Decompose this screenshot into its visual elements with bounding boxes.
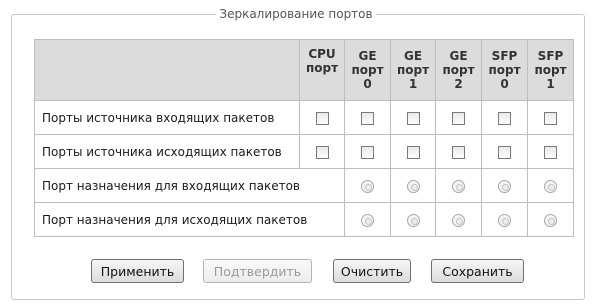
column-header-sfp0-line: порт [488, 63, 521, 77]
column-header-ge2-line: порт [442, 63, 475, 77]
column-header-sfp0: SFP порт 0 [481, 39, 528, 101]
cell-ge1 [390, 202, 436, 237]
radio-egress-destination-ge2[interactable] [452, 213, 465, 227]
row-label: Порт назначения для входящих пакетов [34, 168, 345, 203]
checkbox-ingress-source-ge2[interactable] [452, 111, 465, 125]
column-header-ge0: GE порт 0 [344, 39, 391, 101]
radio-egress-destination-ge0[interactable] [361, 213, 374, 227]
checkbox-egress-source-cpu[interactable] [315, 145, 329, 159]
cell-sfp0 [481, 100, 528, 135]
table-row-ingress-destination: Порт назначения для входящих пакетов [34, 168, 574, 203]
column-header-ge0-line: порт [351, 63, 384, 77]
checkbox-ingress-source-ge1[interactable] [406, 111, 420, 125]
cell-ge0 [344, 202, 391, 237]
cell-sfp1 [527, 134, 574, 169]
column-header-sfp1: SFP порт 1 [527, 39, 574, 101]
cell-ge0 [344, 168, 391, 203]
column-header-ge2: GE порт 2 [435, 39, 482, 101]
cell-sfp1 [527, 168, 574, 203]
table-row-egress-destination: Порт назначения для исходящих пакетов [34, 202, 574, 237]
column-header-ge1-line: GE [403, 49, 423, 63]
header-label-cell [34, 39, 300, 101]
confirm-button[interactable]: Подтвердить [203, 259, 312, 283]
column-header-ge0-line: GE [358, 49, 377, 63]
radio-egress-destination-ge1[interactable] [406, 213, 420, 227]
table-header-row: CPU порт GE порт 0 GE порт 1 GE порт 2 SFP порт 0… [34, 39, 574, 101]
column-header-sfp0-line: SFP [491, 49, 518, 63]
cell-ge0 [344, 134, 391, 169]
radio-egress-destination-sfp1[interactable] [544, 213, 557, 227]
cell-sfp0 [481, 134, 528, 169]
save-button[interactable]: Сохранить [431, 259, 524, 283]
cell-sfp0 [481, 202, 528, 237]
radio-ingress-destination-sfp0[interactable] [498, 179, 511, 193]
cell-ge2 [435, 134, 482, 169]
checkbox-egress-source-sfp1[interactable] [544, 145, 557, 159]
column-header-ge1: GE порт 1 [390, 39, 436, 101]
table-row-ingress-source: Порты источника входящих пакетов [34, 100, 574, 135]
column-header-ge2-line: 2 [454, 77, 463, 91]
column-header-ge1-line: 1 [408, 77, 418, 91]
cell-ge1 [390, 168, 436, 203]
column-header-ge0-line: 0 [363, 77, 372, 91]
cell-cpu [299, 134, 345, 169]
row-label: Порты источника исходящих пакетов [34, 134, 300, 169]
column-header-ge1-line: порт [396, 63, 430, 77]
radio-ingress-destination-ge1[interactable] [406, 179, 420, 193]
checkbox-ingress-source-cpu[interactable] [315, 111, 329, 125]
panel-title: Зеркалирование портов [0, 7, 592, 21]
cell-sfp0 [481, 168, 528, 203]
row-label: Порт назначения для исходящих пакетов [34, 202, 345, 237]
column-header-sfp1-line: SFP [537, 49, 564, 63]
checkbox-egress-source-ge2[interactable] [452, 145, 465, 159]
checkbox-ingress-source-sfp0[interactable] [498, 111, 511, 125]
checkbox-ingress-source-sfp1[interactable] [544, 111, 557, 125]
column-header-sfp1-line: 1 [546, 77, 555, 91]
cell-ge0 [344, 100, 391, 135]
radio-ingress-destination-ge2[interactable] [452, 179, 465, 193]
column-header-cpu: CPU порт [299, 39, 345, 101]
button-bar: Применить Подтвердить Очистить Сохранить [0, 259, 592, 283]
radio-ingress-destination-ge0[interactable] [361, 179, 374, 193]
port-mirroring-table: CPU порт GE порт 0 GE порт 1 GE порт 2 SFP порт 0… [34, 39, 574, 237]
cell-sfp1 [527, 100, 574, 135]
row-label: Порты источника входящих пакетов [34, 100, 300, 135]
checkbox-egress-source-sfp0[interactable] [498, 145, 511, 159]
table-row-egress-source: Порты источника исходящих пакетов [34, 134, 574, 169]
checkbox-ingress-source-ge0[interactable] [361, 111, 374, 125]
column-header-cpu-line: CPU [308, 47, 336, 61]
cell-ge1 [390, 134, 436, 169]
column-header-sfp1-line: порт [534, 63, 567, 77]
cell-ge1 [390, 100, 436, 135]
cell-ge2 [435, 168, 482, 203]
column-header-cpu-line: порт [305, 61, 339, 75]
checkbox-egress-source-ge1[interactable] [406, 145, 420, 159]
panel-title-text: Зеркалирование портов [216, 7, 376, 21]
checkbox-egress-source-ge0[interactable] [361, 145, 374, 159]
cell-ge2 [435, 202, 482, 237]
clear-button[interactable]: Очистить [333, 259, 411, 283]
cell-cpu [299, 100, 345, 135]
apply-button[interactable]: Применить [91, 259, 184, 283]
radio-ingress-destination-sfp1[interactable] [544, 179, 557, 193]
radio-egress-destination-sfp0[interactable] [498, 213, 511, 227]
column-header-ge2-line: GE [449, 49, 468, 63]
cell-sfp1 [527, 202, 574, 237]
column-header-sfp0-line: 0 [500, 77, 509, 91]
cell-ge2 [435, 100, 482, 135]
